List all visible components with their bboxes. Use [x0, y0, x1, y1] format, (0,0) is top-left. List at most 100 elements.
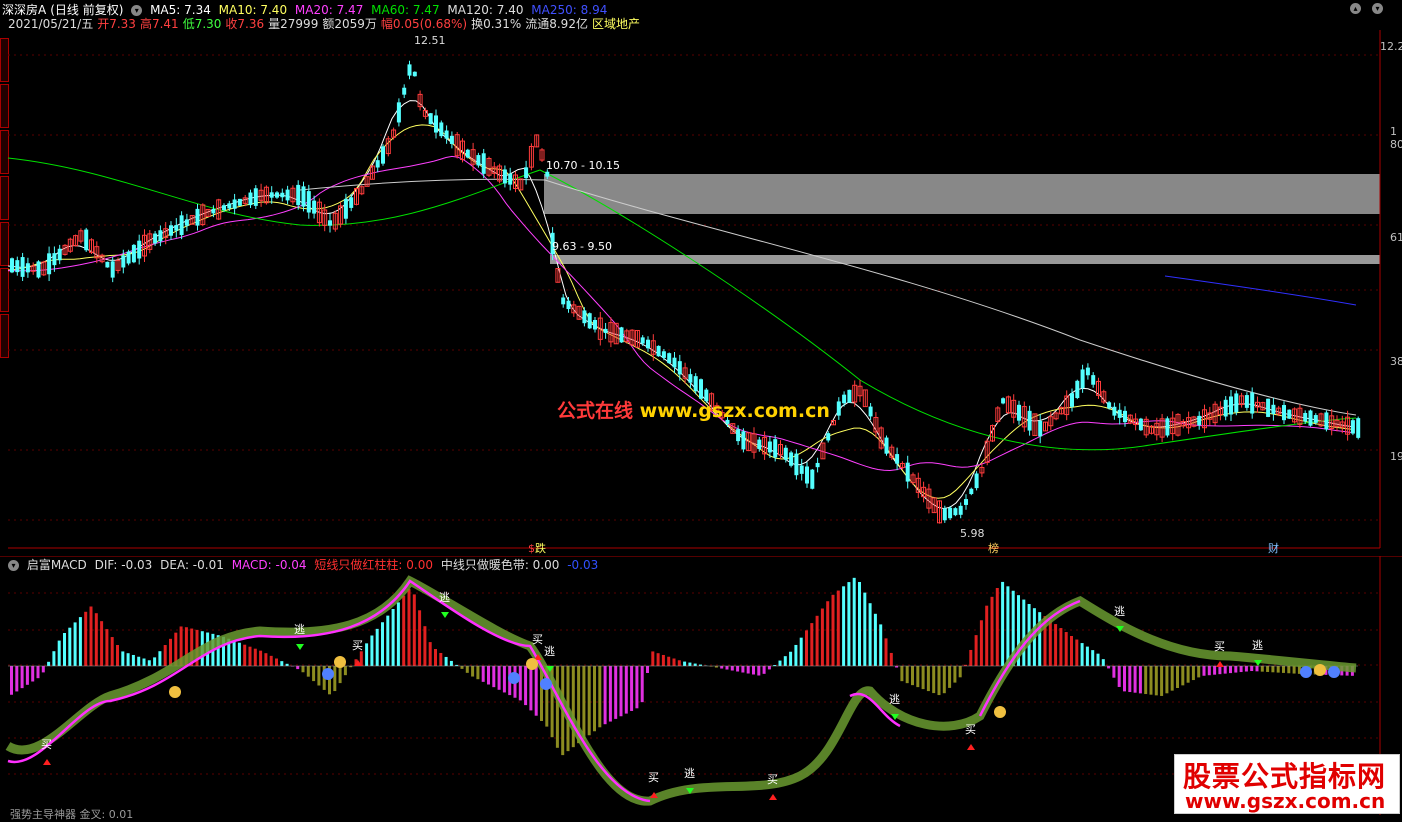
candle	[439, 122, 443, 136]
price-chart[interactable]	[0, 0, 1402, 556]
footer-hint: 强势主导神器 金叉: 0.01	[10, 806, 133, 822]
right-axis-label: 1	[1390, 125, 1397, 138]
macd-bar	[662, 655, 665, 666]
marker-1[interactable]: $跌	[528, 540, 546, 556]
macd-bar	[816, 616, 819, 666]
candle	[757, 440, 761, 449]
macd-bar	[10, 666, 13, 695]
candle	[105, 262, 109, 268]
macd-bar	[312, 666, 315, 681]
macd-bar	[254, 649, 257, 666]
macd-bar	[885, 638, 888, 666]
right-axis-label: 61	[1390, 231, 1402, 244]
macd-bar	[1107, 666, 1110, 668]
candle	[826, 433, 830, 440]
macd-bar	[646, 666, 649, 673]
site-logo: 股票公式指标网 www.gszx.com.cn	[1174, 754, 1400, 814]
macd-bar	[1187, 666, 1190, 683]
macd-bar	[667, 657, 670, 666]
candle	[1075, 381, 1079, 398]
macd-bar	[1128, 666, 1131, 692]
macd-bar	[1054, 624, 1057, 666]
candle	[52, 253, 56, 265]
macd-bar	[694, 664, 697, 666]
candle	[975, 473, 979, 488]
candle	[604, 329, 608, 333]
macd-bar	[434, 649, 437, 666]
escape-signal: 逃	[1114, 605, 1125, 618]
macd-bar	[466, 666, 469, 673]
macd-bar	[317, 666, 320, 686]
macd-bar	[922, 666, 925, 689]
candle	[943, 508, 947, 520]
money-bag-icon	[526, 658, 538, 670]
macd-bar	[31, 666, 34, 682]
macd-bar	[863, 593, 866, 666]
macd-bar	[333, 666, 336, 691]
candle	[837, 401, 841, 415]
macd-bar	[127, 653, 130, 666]
macd-bar	[1192, 666, 1195, 680]
macd-bar	[1081, 643, 1084, 666]
macd-bar	[439, 653, 442, 666]
macd-bar	[1075, 640, 1078, 666]
macd-bar	[249, 647, 252, 666]
macd-bar	[975, 635, 978, 666]
candle	[657, 346, 661, 356]
macd-bar	[68, 628, 71, 666]
candle	[620, 327, 624, 342]
candle	[280, 193, 284, 198]
candle	[10, 258, 14, 272]
candle	[21, 257, 25, 277]
macd-bar	[1160, 666, 1163, 696]
candle	[1271, 405, 1275, 414]
watermark: 公式在线 www.gszx.com.cn	[557, 396, 830, 423]
candle	[1017, 405, 1021, 421]
macd-bar	[143, 659, 146, 667]
candle	[344, 199, 348, 219]
macd-bar	[673, 659, 676, 667]
buy-arrow	[1216, 661, 1224, 667]
macd-bar	[821, 609, 824, 666]
candle	[445, 131, 449, 139]
candle	[673, 358, 677, 368]
sad-face-icon	[1300, 666, 1312, 678]
candle	[233, 199, 237, 208]
macd-bar	[1261, 666, 1264, 672]
macd-bar	[784, 656, 787, 666]
marker-2[interactable]: 榜	[988, 540, 999, 556]
macd-bar	[805, 630, 808, 666]
candle	[969, 489, 973, 494]
ma250-line	[1165, 276, 1356, 305]
candle	[296, 185, 300, 205]
escape-signal: 逃	[544, 645, 555, 658]
macd-bar	[238, 643, 241, 666]
macd-bar	[614, 666, 617, 719]
candle	[593, 320, 597, 329]
marker-3[interactable]: 财	[1268, 540, 1279, 556]
macd-bar	[556, 666, 559, 748]
candle	[413, 72, 417, 76]
macd-bar	[1144, 666, 1147, 694]
macd-bar	[280, 661, 283, 666]
macd-bar	[1240, 666, 1243, 672]
macd-bar	[906, 666, 909, 683]
macd-bar	[259, 651, 262, 666]
macd-bar	[911, 666, 914, 685]
candle	[450, 136, 454, 144]
candle	[667, 353, 671, 363]
macd-bar	[429, 642, 432, 666]
macd-bar	[476, 666, 479, 679]
buy-arrow	[43, 759, 51, 765]
candle	[254, 188, 258, 206]
macd-bar	[747, 666, 750, 674]
macd-bar	[1001, 582, 1004, 666]
macd-bar	[943, 666, 946, 693]
macd-bar	[1049, 620, 1052, 666]
macd-bar	[1139, 666, 1142, 693]
candle	[238, 199, 242, 206]
candle	[158, 230, 162, 241]
macd-bar	[826, 601, 829, 666]
macd-bar	[858, 582, 861, 666]
macd-bar	[1150, 666, 1153, 695]
